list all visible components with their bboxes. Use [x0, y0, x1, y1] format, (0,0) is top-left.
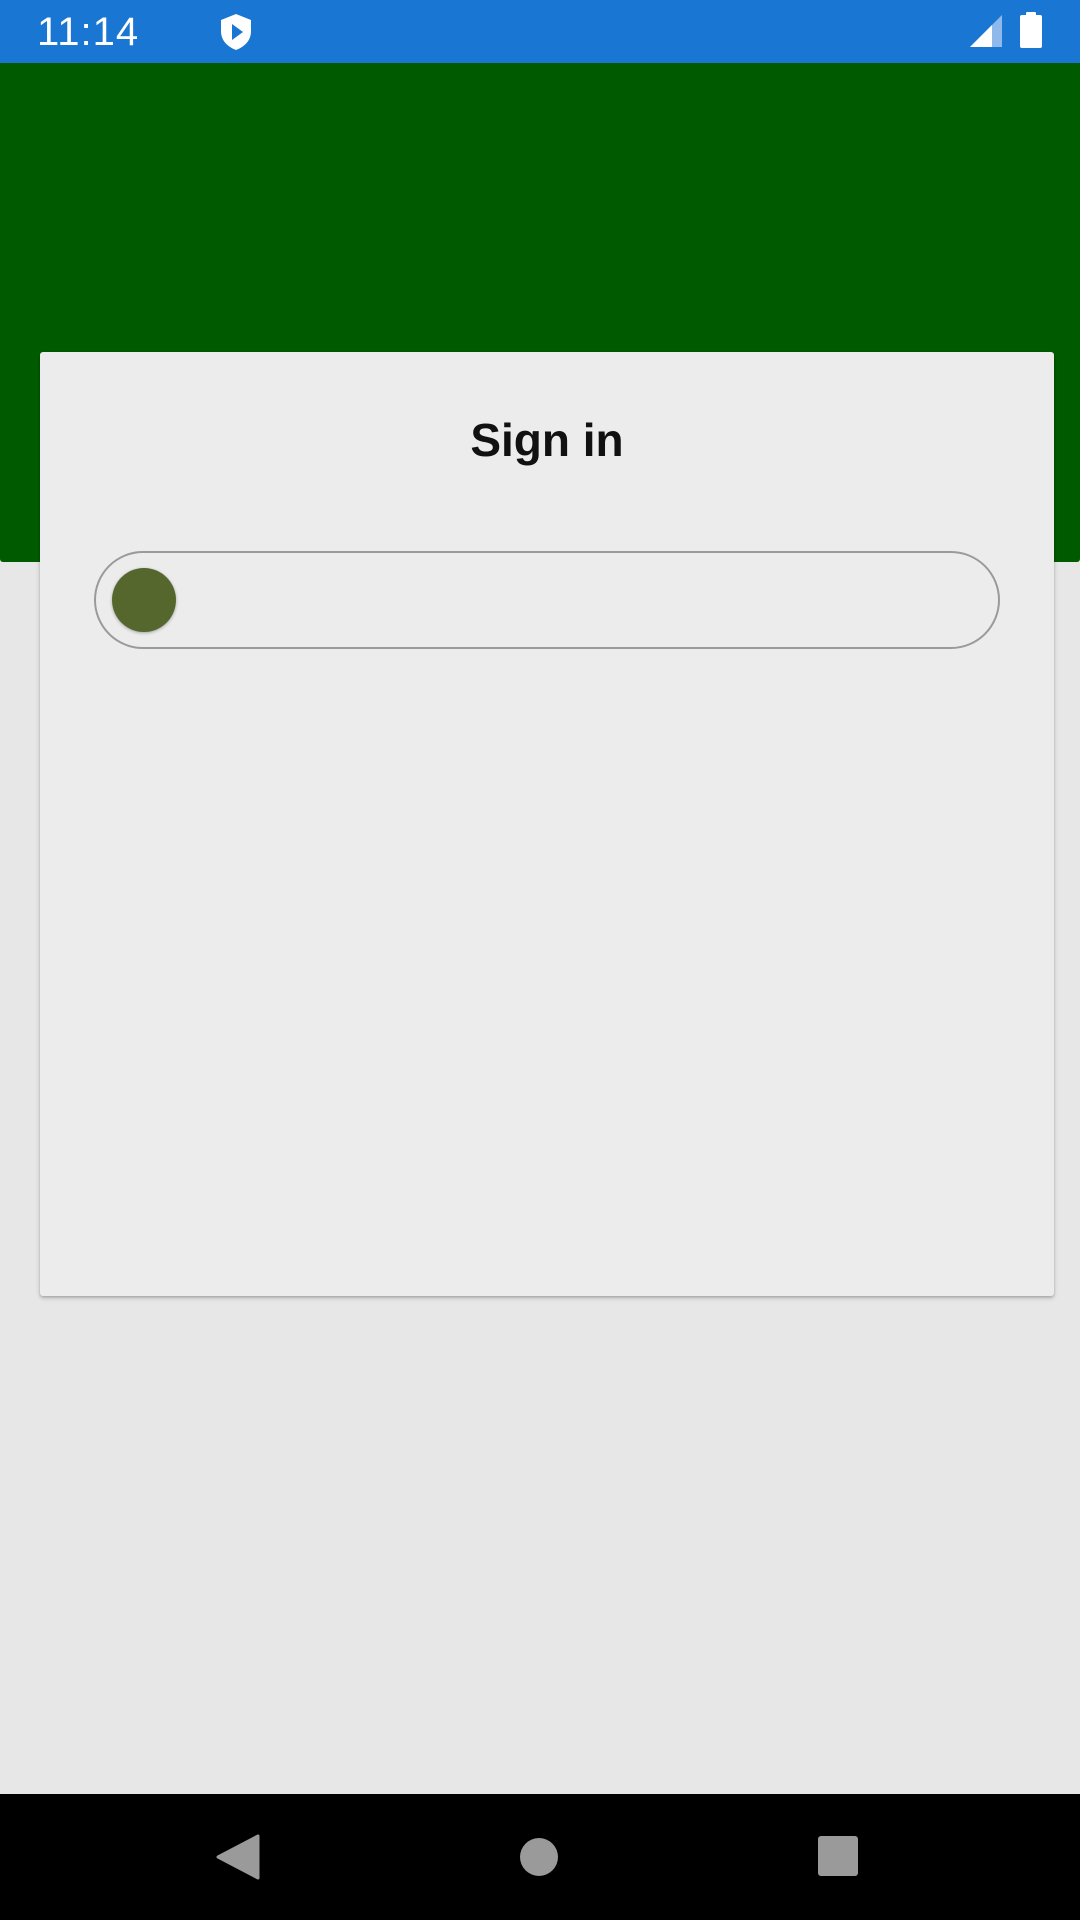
battery-icon	[1020, 12, 1042, 48]
card-title: Sign in	[470, 414, 624, 466]
status-time: 11:14	[37, 10, 140, 54]
slide-to-sign-in-track[interactable]	[94, 551, 1000, 649]
home-icon[interactable]	[520, 1838, 558, 1876]
status-bar: 11:14	[0, 0, 1080, 63]
slide-knob[interactable]	[112, 568, 176, 632]
screen: 11:14 Sign in	[0, 0, 1080, 1920]
back-icon[interactable]	[216, 1834, 260, 1880]
sign-in-card: Sign in	[40, 352, 1054, 1296]
shield-icon	[221, 14, 251, 50]
recents-icon[interactable]	[818, 1836, 858, 1876]
signal-icon	[970, 15, 1002, 47]
